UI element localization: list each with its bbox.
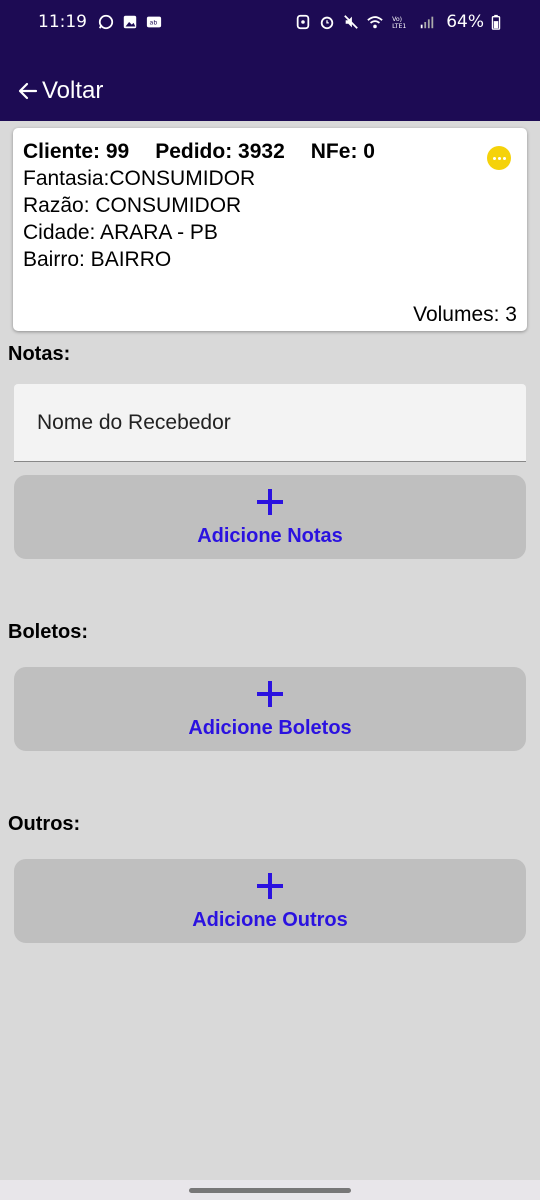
battery-percent: 64% bbox=[446, 12, 484, 32]
add-notas-button[interactable]: Adicione Notas bbox=[14, 475, 526, 559]
plus-icon bbox=[257, 488, 283, 515]
volumes-text: Volumes: 3 bbox=[413, 303, 517, 326]
volte-icon: Vo) LTE1 bbox=[392, 16, 406, 30]
cidade-text: Cidade: ARARA - PB bbox=[23, 221, 218, 244]
back-button[interactable]: Voltar bbox=[16, 77, 103, 105]
svg-text:LTE1: LTE1 bbox=[392, 23, 406, 30]
plus-icon bbox=[257, 872, 283, 899]
card-header: Cliente: 99 Pedido: 3932 NFe: 0 bbox=[23, 140, 517, 164]
battery-icon bbox=[491, 14, 501, 30]
outros-label: Outros: bbox=[8, 813, 81, 835]
status-bar: 11:19 ab Vo) LTE1 64% bbox=[0, 0, 540, 44]
svg-text:ab: ab bbox=[150, 20, 158, 27]
svg-text:Vo): Vo) bbox=[392, 16, 402, 23]
data-saver-icon bbox=[296, 14, 310, 30]
status-left-icons: ab bbox=[97, 14, 163, 30]
gallery-icon bbox=[123, 15, 137, 29]
razao-text: Razão: CONSUMIDOR bbox=[23, 194, 242, 217]
add-outros-label: Adicione Outros bbox=[192, 908, 348, 931]
more-horizontal-icon[interactable] bbox=[487, 146, 511, 170]
app-bar: Voltar bbox=[0, 44, 540, 121]
plus-icon bbox=[257, 680, 283, 707]
order-info-card: Cliente: 99 Pedido: 3932 NFe: 0 Fantasia… bbox=[13, 128, 527, 331]
system-nav-bar bbox=[0, 1180, 540, 1200]
add-boletos-label: Adicione Boletos bbox=[188, 716, 352, 739]
nfe-text: NFe: 0 bbox=[310, 140, 375, 163]
back-label: Voltar bbox=[42, 76, 104, 104]
fantasia-text: Fantasia:CONSUMIDOR bbox=[23, 167, 256, 190]
add-notas-label: Adicione Notas bbox=[197, 524, 343, 547]
signal-icon bbox=[420, 16, 434, 29]
cliente-text: Cliente: 99 bbox=[23, 140, 130, 163]
wifi-icon bbox=[367, 16, 383, 29]
notas-label: Notas: bbox=[8, 343, 71, 365]
pedido-text: Pedido: 3932 bbox=[155, 140, 285, 163]
bairro-text: Bairro: BAIRRO bbox=[23, 248, 172, 271]
alarm-icon bbox=[320, 16, 334, 30]
notification-icon: ab bbox=[146, 16, 162, 28]
status-time: 11:19 bbox=[38, 12, 87, 32]
status-right-icons: Vo) LTE1 64% bbox=[294, 12, 502, 32]
home-handle[interactable] bbox=[189, 1187, 351, 1193]
add-outros-button[interactable]: Adicione Outros bbox=[14, 859, 526, 943]
mute-icon bbox=[344, 15, 359, 29]
receiver-name-input[interactable]: Nome do Recebedor bbox=[14, 384, 526, 462]
whatsapp-icon bbox=[98, 14, 114, 30]
boletos-label: Boletos: bbox=[8, 621, 88, 643]
add-boletos-button[interactable]: Adicione Boletos bbox=[14, 667, 526, 751]
arrow-left-icon bbox=[18, 82, 38, 99]
